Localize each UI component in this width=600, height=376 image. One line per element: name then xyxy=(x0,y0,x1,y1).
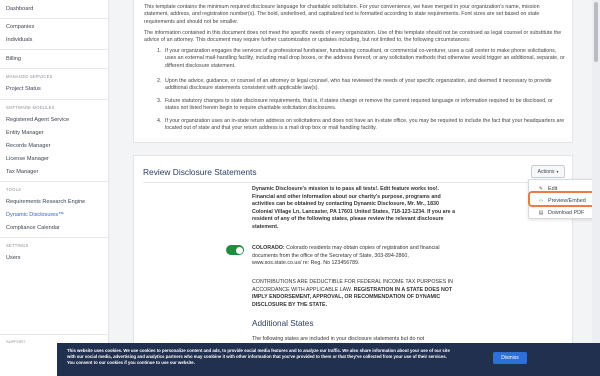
divider xyxy=(0,49,109,50)
sidebar-item-license-manager[interactable]: License Manager xyxy=(6,156,49,162)
cookie-banner: This website uses cookies. We use cookie… xyxy=(57,343,600,376)
cookie-text: This website uses cookies. We use cookie… xyxy=(67,348,450,365)
scrollbar[interactable] xyxy=(592,0,600,345)
list-item: Future statutory changes to state disclo… xyxy=(165,98,553,112)
pdf-file-icon: ▤ xyxy=(538,209,544,216)
divider xyxy=(0,68,109,69)
list-number: 1. xyxy=(157,48,162,54)
section-tools: TOOLS xyxy=(6,187,22,192)
intro-paragraph: The information contained in this docume… xyxy=(144,30,562,44)
actions-dropdown-button[interactable]: Actions ▾ xyxy=(531,165,565,178)
list-number: 2. xyxy=(157,78,162,84)
toggle-knob xyxy=(235,246,243,254)
list-item: If your organization engages the service… xyxy=(165,48,565,69)
intro-paragraph: This template contains the minimum requi… xyxy=(144,4,540,25)
sidebar-item-dashboard[interactable]: Dashboard xyxy=(6,6,33,12)
sidebar-item-users[interactable]: Users xyxy=(6,255,21,261)
section-software-modules: SOFTWARE MODULES xyxy=(6,105,55,110)
actions-label: Actions xyxy=(537,168,555,175)
list-number: 3. xyxy=(157,98,162,104)
mission-statement: Dynamic Disclosure's mission is to pass … xyxy=(252,186,456,230)
sidebar-item-entity-manager[interactable]: Entity Manager xyxy=(6,130,44,136)
section-settings: SETTINGS xyxy=(6,243,29,248)
sidebar-item-tax-manager[interactable]: Tax Manager xyxy=(6,169,38,175)
divider xyxy=(0,181,109,182)
additional-states-title: Additional States xyxy=(252,319,314,328)
sidebar-item-billing[interactable]: Billing xyxy=(6,56,21,62)
divider xyxy=(143,182,563,183)
sidebar-item-compliance-calendar[interactable]: Compliance Calendar xyxy=(6,225,60,231)
section-title: Review Disclosure Statements xyxy=(143,167,257,177)
sidebar-item-individuals[interactable]: Individuals xyxy=(6,37,32,43)
sidebar-item-requirements-research[interactable]: Requirements Research Engine xyxy=(6,199,85,205)
highlight-outline xyxy=(528,191,598,207)
divider xyxy=(0,99,109,100)
deductible-statement: CONTRIBUTIONS ARE DEDUCTIBLE FOR FEDERAL… xyxy=(252,279,457,309)
list-item: If your organization uses an in-state re… xyxy=(165,118,565,132)
list-number: 4. xyxy=(157,118,162,124)
section-managed-services: MANAGED SERVICES xyxy=(6,74,53,79)
sidebar: Dashboard Companies Individuals Billing … xyxy=(0,0,109,376)
divider xyxy=(0,334,109,335)
sidebar-item-records-manager[interactable]: Records Manager xyxy=(6,143,50,149)
colorado-statement: COLORADO: Colorado residents may obtain … xyxy=(252,245,457,268)
menu-item-download-pdf[interactable]: ▤ Download PDF xyxy=(529,207,597,218)
dismiss-button[interactable]: Dismiss xyxy=(493,352,527,364)
colorado-toggle[interactable] xyxy=(226,245,244,255)
section-support: SUPPORT xyxy=(6,339,26,344)
menu-label: Download PDF xyxy=(548,209,585,216)
divider xyxy=(0,18,109,19)
sidebar-item-registered-agent[interactable]: Registered Agent Service xyxy=(6,117,69,123)
intro-card: This template contains the minimum requi… xyxy=(133,0,573,143)
list-item: Upon the advice, guidance, or counsel of… xyxy=(165,78,552,92)
sidebar-item-dynamic-disclosures[interactable]: Dynamic Disclosures™ xyxy=(6,212,64,218)
sidebar-item-project-status[interactable]: Project Status xyxy=(6,86,41,92)
caret-down-icon: ▾ xyxy=(556,169,559,174)
divider xyxy=(0,237,109,238)
sidebar-item-companies[interactable]: Companies xyxy=(6,24,34,30)
scrollbar-thumb[interactable] xyxy=(594,2,598,62)
state-label: COLORADO: xyxy=(252,245,285,251)
review-card: Review Disclosure Statements Actions ▾ D… xyxy=(133,155,573,355)
